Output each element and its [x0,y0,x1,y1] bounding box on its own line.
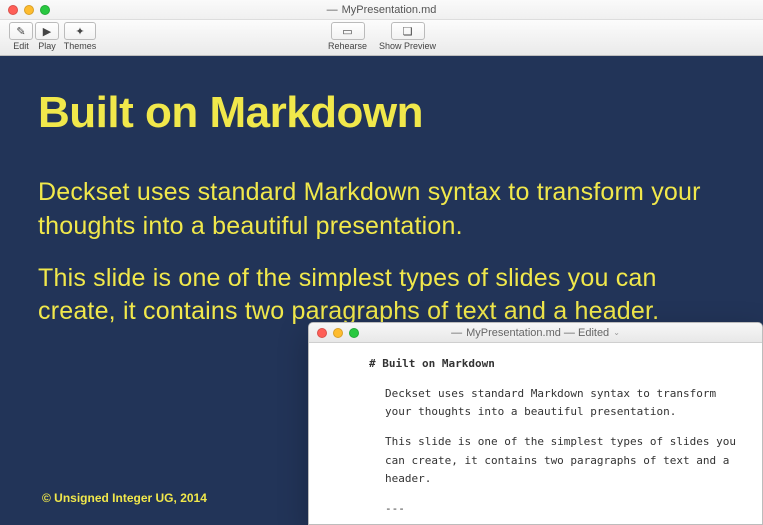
slide-title: Built on Markdown [38,88,725,138]
chevron-down-icon: ⌄ [613,328,620,337]
close-icon[interactable] [8,5,18,15]
md-paragraph-1: Deckset uses standard Markdown syntax to… [329,385,742,421]
toolbar-left-group: ✎ Edit ▶ Play ✦ Themes [8,22,100,51]
editor-window-title[interactable]: — MyPresentation.md — Edited ⌄ [451,327,620,339]
window-title: — MyPresentation.md [327,4,437,16]
themes-label: Themes [64,41,97,51]
window-title-text: MyPresentation.md [342,4,437,16]
show-preview-button[interactable]: ❏ Show Preview [374,22,442,51]
slide-footer: © Unsigned Integer UG, 2014 [42,491,207,505]
minimize-icon[interactable] [333,328,343,338]
play-label: Play [38,41,56,51]
zoom-icon[interactable] [40,5,50,15]
themes-button[interactable]: ✦ Themes [60,22,100,51]
rehearse-button[interactable]: ▭ Rehearse [322,22,374,51]
editor-window[interactable]: — MyPresentation.md — Edited ⌄ # Built o… [308,322,763,525]
md-paragraph-2: This slide is one of the simplest types … [329,433,742,487]
rehearse-label: Rehearse [328,41,367,51]
dash-icon: — [451,327,462,339]
close-icon[interactable] [317,328,327,338]
edit-label: Edit [13,41,29,51]
dash-icon: — [327,4,338,16]
md-hr: --- [329,500,742,518]
edit-button[interactable]: ✎ Edit [8,22,34,51]
slide-paragraph-2: This slide is one of the simplest types … [38,262,725,330]
editor-body[interactable]: # Built on Markdown Deckset uses standar… [309,343,762,525]
preview-icon: ❏ [403,25,413,38]
zoom-icon[interactable] [349,328,359,338]
minimize-icon[interactable] [24,5,34,15]
main-toolbar: ✎ Edit ▶ Play ✦ Themes ▭ Rehearse ❏ Show… [0,20,763,56]
pencil-icon: ✎ [16,25,25,38]
toolbar-center-group: ▭ Rehearse ❏ Show Preview [322,22,442,51]
play-button[interactable]: ▶ Play [34,22,60,51]
traffic-lights [8,5,50,15]
themes-icon: ✦ [75,25,84,38]
slide-paragraph-1: Deckset uses standard Markdown syntax to… [38,176,725,244]
rehearse-icon: ▭ [342,25,352,38]
show-preview-label: Show Preview [379,41,436,51]
play-icon: ▶ [43,25,51,38]
editor-traffic-lights [317,328,359,338]
editor-titlebar: — MyPresentation.md — Edited ⌄ [309,323,762,343]
md-heading: # Built on Markdown [329,355,742,373]
editor-title-text: MyPresentation.md — Edited [466,327,609,339]
main-titlebar: — MyPresentation.md [0,0,763,20]
